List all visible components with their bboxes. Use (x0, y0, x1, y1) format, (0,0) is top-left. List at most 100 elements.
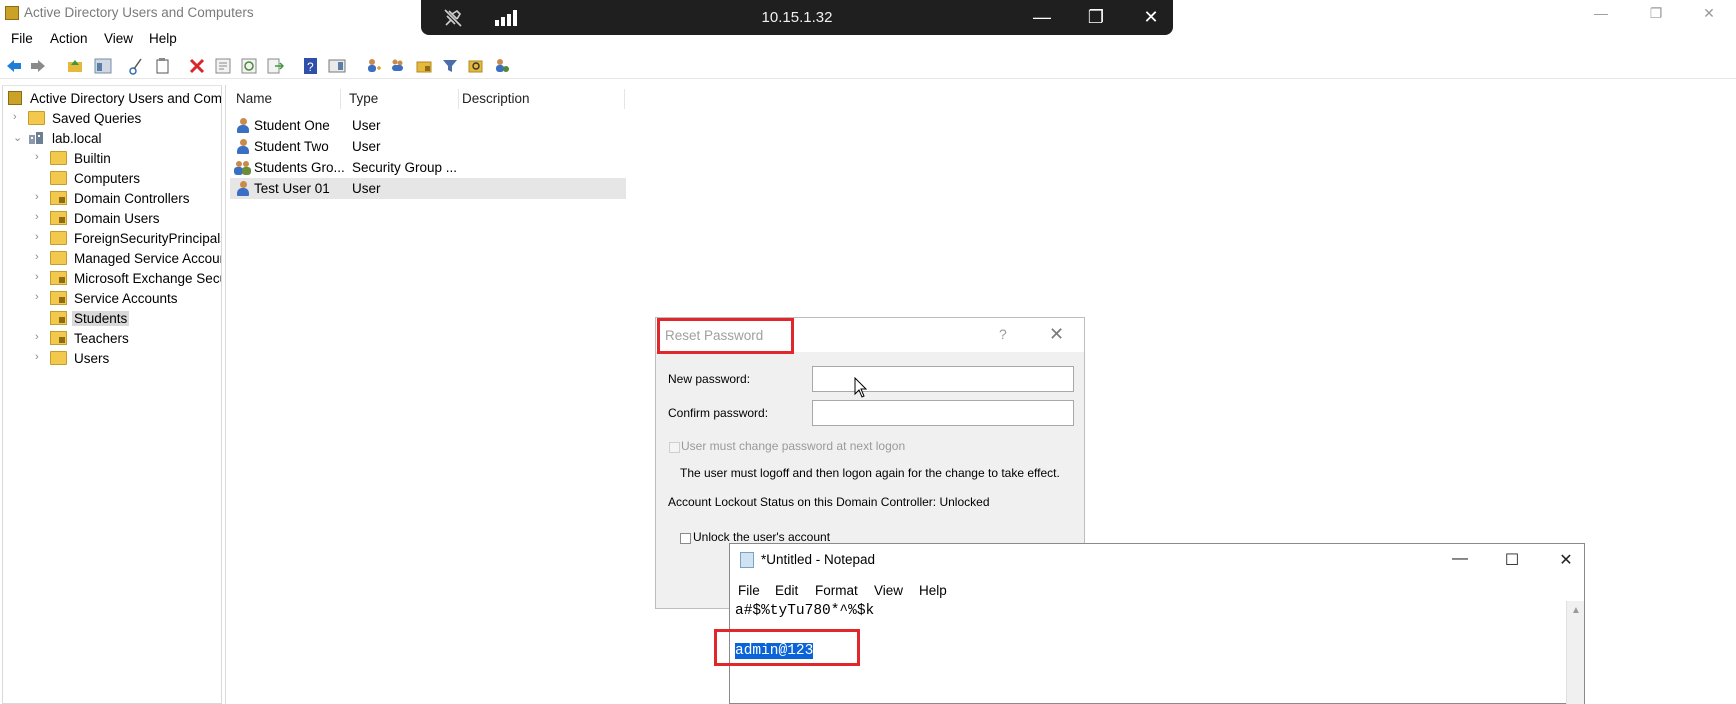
vertical-scrollbar[interactable]: ▲ (1566, 601, 1584, 704)
tree-item-teachers[interactable]: › Teachers (35, 329, 221, 349)
aduc-root-icon (8, 91, 22, 105)
help-icon[interactable]: ? (302, 57, 320, 75)
copy-icon[interactable] (153, 57, 171, 75)
tree-item-label: Domain Users (74, 211, 160, 226)
new-user-icon[interactable] (364, 57, 382, 75)
toolbar: ? (0, 53, 1736, 79)
user-icon (236, 139, 250, 154)
forward-arrow-icon[interactable] (29, 57, 47, 75)
rdp-minimize-button[interactable]: — (1030, 5, 1054, 29)
tree-item-service-accounts[interactable]: › Service Accounts (35, 289, 221, 309)
menu-view[interactable]: View (104, 31, 133, 46)
minimize-button[interactable]: — (1589, 3, 1613, 23)
refresh-icon[interactable] (240, 57, 258, 75)
chevron-right-icon[interactable]: › (35, 151, 47, 163)
close-button[interactable]: ✕ (1697, 3, 1721, 23)
notepad-minimize-button[interactable]: — (1448, 550, 1472, 570)
new-ou-icon[interactable] (415, 57, 433, 75)
tree-item-label: Managed Service Accoun (74, 251, 222, 266)
tree-item-saved-queries[interactable]: › Saved Queries (13, 109, 221, 129)
list-row[interactable]: Student One User (230, 115, 626, 136)
new-group-icon[interactable] (389, 57, 407, 75)
tree-item-label: Teachers (74, 331, 129, 346)
folder-icon (50, 151, 67, 165)
notepad-menu-format[interactable]: Format (815, 583, 858, 598)
unlock-account-checkbox[interactable] (680, 533, 691, 544)
confirm-password-label: Confirm password: (668, 406, 769, 420)
find-icon[interactable] (467, 57, 485, 75)
notepad-close-button[interactable]: ✕ (1554, 550, 1578, 570)
row-type: User (352, 118, 381, 133)
chevron-down-icon[interactable]: ⌄ (13, 131, 25, 144)
chevron-right-icon[interactable]: › (35, 251, 47, 263)
dialog-close-button[interactable]: ✕ (1049, 324, 1064, 345)
cut-icon[interactable] (128, 57, 146, 75)
chevron-right-icon[interactable]: › (35, 351, 47, 363)
must-change-password-checkbox[interactable] (669, 442, 680, 453)
tree-item-managed-service-accounts[interactable]: › Managed Service Accoun (35, 249, 222, 269)
filter-icon[interactable] (441, 57, 459, 75)
new-password-field[interactable] (812, 366, 1074, 392)
folder-icon (50, 231, 67, 245)
rdp-close-button[interactable]: ✕ (1139, 5, 1163, 29)
menu-file[interactable]: File (11, 31, 33, 46)
list-row[interactable]: Student Two User (230, 136, 626, 157)
column-header-type[interactable]: Type (349, 91, 378, 106)
notepad-menu-view[interactable]: View (874, 583, 903, 598)
tree-item-users[interactable]: › Users (35, 349, 221, 369)
column-divider[interactable] (624, 89, 625, 109)
row-name: Student One (254, 118, 330, 133)
list-row-selected[interactable]: Test User 01 User (230, 178, 626, 199)
dialog-help-button[interactable]: ? (999, 326, 1007, 342)
notepad-menu-file[interactable]: File (738, 583, 760, 598)
column-divider[interactable] (340, 89, 341, 109)
notepad-maximize-button[interactable]: ☐ (1500, 550, 1524, 570)
show-hide-tree-icon[interactable] (94, 57, 112, 75)
chevron-right-icon[interactable]: › (13, 111, 25, 123)
chevron-right-icon[interactable]: › (35, 191, 47, 203)
tree-item-microsoft-exchange-security[interactable]: › Microsoft Exchange Secu (35, 269, 221, 289)
chevron-right-icon[interactable]: › (35, 271, 47, 283)
menu-help[interactable]: Help (149, 31, 177, 46)
delete-icon[interactable] (188, 57, 206, 75)
tree-item-students[interactable]: Students (35, 309, 221, 329)
chevron-right-icon[interactable]: › (35, 291, 47, 303)
confirm-password-field[interactable] (812, 400, 1074, 426)
aduc-app-icon (5, 6, 19, 20)
rdp-restore-button[interactable]: ❐ (1084, 5, 1108, 29)
tree-item-label: lab.local (52, 131, 102, 146)
add-to-group-icon[interactable] (493, 57, 511, 75)
notepad-menu-edit[interactable]: Edit (775, 583, 798, 598)
chevron-right-icon[interactable]: › (35, 231, 47, 243)
back-arrow-icon[interactable] (5, 57, 23, 75)
row-type: User (352, 181, 381, 196)
properties-icon[interactable] (214, 57, 232, 75)
export-list-icon[interactable] (266, 57, 284, 75)
scroll-up-arrow-icon[interactable]: ▲ (1571, 605, 1581, 616)
column-header-name[interactable]: Name (236, 91, 272, 106)
tree-item-lab-local[interactable]: ⌄ lab.local (13, 129, 221, 149)
tree-item-label: Students (72, 311, 130, 326)
notepad-window: *Untitled - Notepad — ☐ ✕ File Edit Form… (714, 543, 1585, 704)
chevron-right-icon[interactable]: › (35, 211, 47, 223)
restore-button[interactable]: ❐ (1644, 3, 1668, 23)
up-folder-icon[interactable] (66, 57, 84, 75)
tree-item-foreign-security-principals[interactable]: › ForeignSecurityPrincipals (35, 229, 221, 249)
tree-item-domain-users[interactable]: › Domain Users (35, 209, 221, 229)
column-header-description[interactable]: Description (462, 91, 530, 106)
chevron-right-icon[interactable]: › (35, 331, 47, 343)
list-row[interactable]: Students Gro... Security Group ... (230, 157, 626, 178)
organizational-unit-icon (50, 291, 67, 305)
tree-item-builtin[interactable]: › Builtin (35, 149, 221, 169)
row-type: User (352, 139, 381, 154)
user-icon (236, 181, 250, 196)
tree-root[interactable]: Active Directory Users and Comp (8, 89, 221, 109)
show-pane-icon[interactable] (328, 57, 346, 75)
row-name: Students Gro... (254, 160, 345, 175)
menu-bar: File Action View Help (0, 28, 1736, 50)
tree-item-computers[interactable]: Computers (35, 169, 221, 189)
notepad-menu-help[interactable]: Help (919, 583, 947, 598)
column-divider[interactable] (458, 89, 459, 109)
tree-item-domain-controllers[interactable]: › Domain Controllers (35, 189, 221, 209)
menu-action[interactable]: Action (50, 31, 88, 46)
